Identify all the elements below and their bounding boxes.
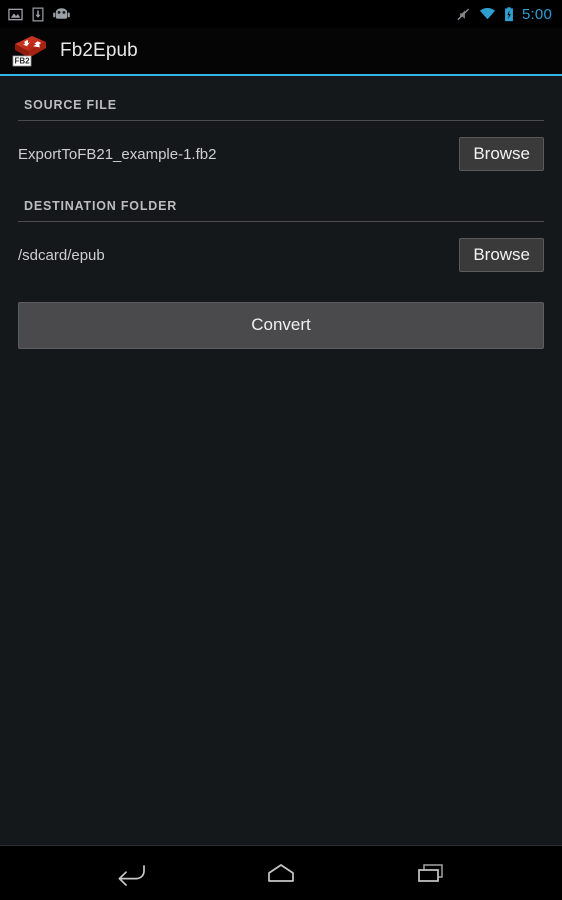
screenshot-icon [8,7,23,22]
destination-folder-divider [18,221,544,222]
destination-folder-section-header: DESTINATION FOLDER [24,199,178,213]
android-screen: 5:00 FB2 Fb2Epub SOURCE FILE ExportToFB2… [0,0,562,900]
download-icon [32,7,44,22]
status-bar-clock: 5:00 [522,5,552,23]
recent-apps-icon[interactable] [405,852,457,894]
destination-folder-browse-button[interactable]: Browse [459,238,544,272]
battery-charging-icon [504,6,514,22]
convert-button[interactable]: Convert [18,302,544,349]
source-file-row: ExportToFB21_example-1.fb2 Browse [18,131,544,177]
source-file-browse-button[interactable]: Browse [459,137,544,171]
source-file-section-header: SOURCE FILE [24,98,117,112]
source-file-value: ExportToFB21_example-1.fb2 [18,145,217,163]
home-icon[interactable] [255,852,307,894]
main-content: SOURCE FILE ExportToFB21_example-1.fb2 B… [0,76,562,845]
silent-mode-icon [456,7,471,22]
navigation-bar [0,846,562,900]
android-usb-icon [53,7,70,21]
status-bar-right-icons: 5:00 [456,6,554,23]
status-bar: 5:00 [0,0,562,28]
action-bar: FB2 Fb2Epub [0,28,562,74]
page-title: Fb2Epub [60,40,138,61]
svg-text:FB2: FB2 [14,57,30,66]
wifi-icon [479,7,496,21]
source-file-divider [18,120,544,121]
status-bar-left-icons [8,7,70,22]
fb2epub-app-icon: FB2 [12,34,48,68]
back-icon[interactable] [105,852,157,894]
destination-folder-row: /sdcard/epub Browse [18,232,544,278]
destination-folder-value: /sdcard/epub [18,246,105,264]
